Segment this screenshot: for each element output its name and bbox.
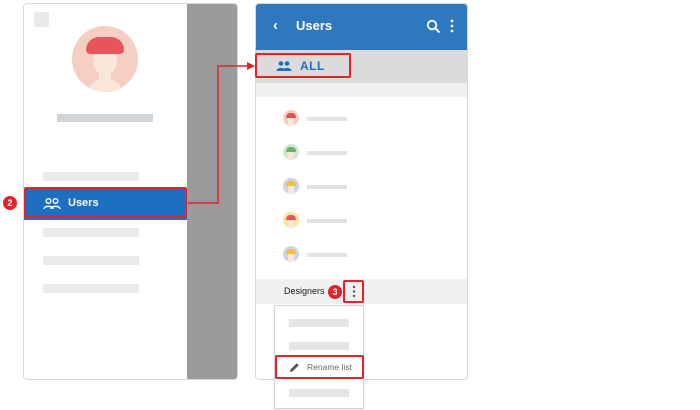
menu-icon[interactable] (34, 12, 49, 27)
drawer-item-placeholder[interactable] (43, 228, 139, 237)
avatar (283, 144, 299, 160)
user-list-item[interactable] (283, 144, 353, 161)
user-list-item[interactable] (283, 178, 353, 195)
highlight-all-tab (255, 53, 351, 78)
step-badge-3: 3 (328, 285, 342, 299)
avatar (283, 178, 299, 194)
back-arrow-icon[interactable]: ‹ (273, 17, 278, 34)
avatar (283, 246, 299, 262)
user-list-item[interactable] (283, 110, 353, 127)
section-divider (256, 83, 467, 97)
group-label: Designers (284, 286, 325, 296)
user-name-placeholder (307, 151, 347, 155)
highlight-rename-list (275, 355, 364, 379)
menu-item-placeholder[interactable] (289, 319, 349, 327)
highlight-more-button (343, 280, 364, 303)
tutorial-stage: Users ‹ Users ALL Designers Rename list … (0, 0, 700, 410)
drawer-item-placeholder[interactable] (43, 284, 139, 293)
user-name-placeholder (307, 219, 347, 223)
user-list-item[interactable] (283, 246, 353, 263)
more-vert-icon[interactable] (449, 19, 455, 33)
user-list-item[interactable] (283, 212, 353, 229)
user-name-placeholder (307, 253, 347, 257)
profile-name-placeholder (57, 114, 153, 122)
drawer-item-placeholder[interactable] (43, 172, 139, 181)
page-title: Users (296, 18, 333, 33)
profile-avatar (72, 26, 138, 92)
step-badge-2: 2 (3, 196, 17, 210)
highlight-users-item (24, 187, 187, 218)
avatar (283, 110, 299, 126)
app-bar: ‹ Users (256, 4, 467, 50)
menu-item-placeholder[interactable] (289, 342, 349, 350)
user-name-placeholder (307, 117, 347, 121)
search-icon[interactable] (426, 19, 441, 34)
menu-item-placeholder[interactable] (289, 389, 349, 397)
user-name-placeholder (307, 185, 347, 189)
drawer-scrim[interactable] (187, 4, 237, 379)
avatar (283, 212, 299, 228)
drawer-item-placeholder[interactable] (43, 256, 139, 265)
